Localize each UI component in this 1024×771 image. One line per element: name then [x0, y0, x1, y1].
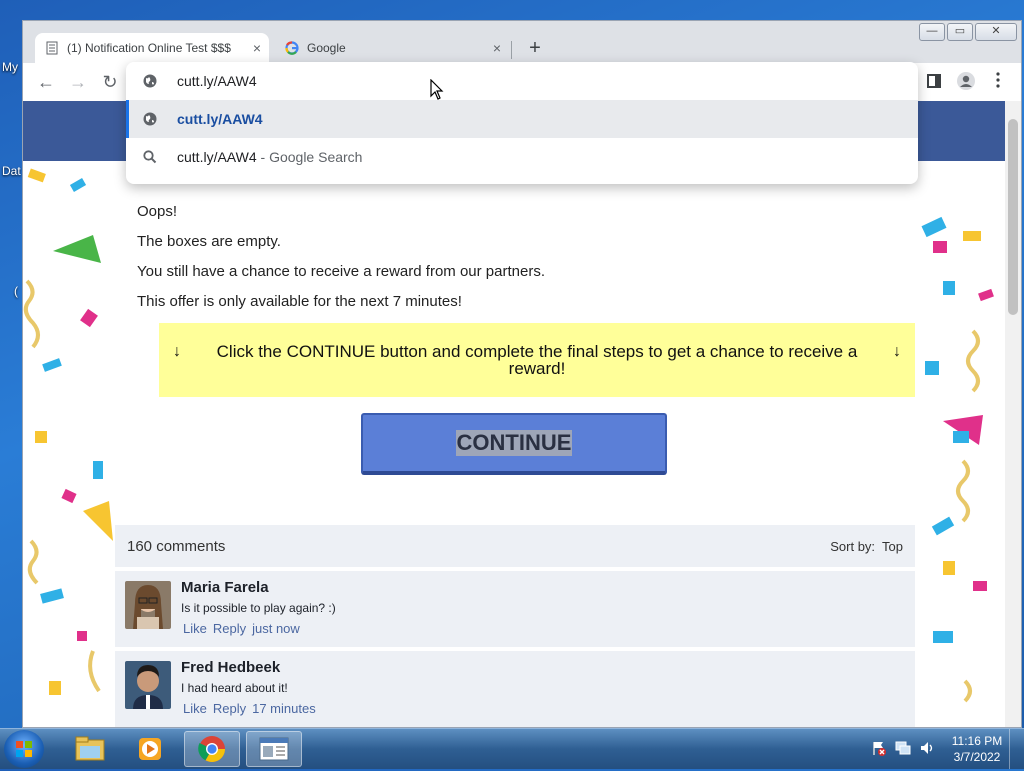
window-icon[interactable]: [246, 731, 302, 767]
desktop-icon-label[interactable]: Dat: [2, 164, 21, 178]
suggestion-text: cutt.ly/AAW4 - Google Search: [177, 149, 363, 165]
tab-title: (1) Notification Online Test $$$: [67, 41, 231, 55]
web-page: Oops! The boxes are empty. You still hav…: [23, 101, 1005, 727]
comment-time: just now: [252, 621, 300, 636]
network-icon[interactable]: [895, 740, 911, 759]
comment-author[interactable]: Fred Hedbeek: [181, 659, 280, 676]
confetti-decoration-right: [913, 161, 1005, 727]
scrollbar-thumb[interactable]: [1008, 119, 1018, 315]
globe-icon: [142, 111, 158, 127]
desktop-icon-label[interactable]: My: [2, 60, 18, 74]
comment-item: Fred Hedbeek I had heard about it! Like R…: [115, 651, 915, 727]
mouse-cursor-icon: [430, 78, 444, 104]
clock-date: 3/7/2022: [953, 750, 1001, 764]
media-player-icon[interactable]: [122, 731, 178, 767]
comments-header: 160 comments Sort by: Top: [115, 525, 915, 567]
explorer-icon[interactable]: [62, 731, 118, 767]
volume-icon[interactable]: [919, 740, 935, 759]
reply-link[interactable]: Reply: [213, 621, 246, 636]
address-input[interactable]: cutt.ly/AAW4: [177, 73, 257, 89]
comment-time: 17 minutes: [252, 701, 316, 716]
omnibox-suggestion[interactable]: cutt.ly/AAW4 - Google Search: [126, 138, 918, 176]
message-line: Oops!: [137, 203, 178, 220]
profile-icon[interactable]: [955, 71, 977, 93]
suggestion-text: cutt.ly/AAW4: [177, 111, 263, 127]
system-clock[interactable]: 11:16 PM 3/7/2022: [945, 733, 1009, 765]
side-panel-icon[interactable]: [923, 71, 945, 93]
tab-title: Google: [307, 41, 346, 55]
message-line: You still have a chance to receive a rew…: [137, 263, 545, 280]
comment-item: Maria Farela Is it possible to play agai…: [115, 571, 915, 647]
sort-control[interactable]: Sort by: Top: [830, 539, 903, 554]
avatar: [125, 581, 171, 629]
tab-separator: [511, 41, 512, 59]
show-desktop-button[interactable]: [1009, 729, 1024, 769]
close-window-button[interactable]: ✕: [975, 23, 1017, 41]
window-controls: — ▭ ✕: [919, 23, 1017, 41]
notice-text: Click the CONTINUE button and complete t…: [216, 342, 858, 378]
comment-text: I had heard about it!: [181, 681, 288, 695]
menu-icon[interactable]: [987, 71, 1009, 93]
back-button[interactable]: ←: [35, 71, 57, 93]
continue-label: CONTINUE: [455, 430, 573, 456]
comment-author[interactable]: Maria Farela: [181, 579, 269, 596]
reply-link[interactable]: Reply: [213, 701, 246, 716]
message-line: This offer is only available for the nex…: [137, 293, 462, 310]
globe-icon: [142, 73, 158, 89]
sort-label: Sort by:: [830, 538, 876, 554]
google-icon: [285, 41, 299, 55]
search-icon: [142, 149, 158, 165]
start-button[interactable]: [4, 730, 44, 768]
address-bar[interactable]: cutt.ly/AAW4: [126, 62, 918, 100]
omnibox-suggestion[interactable]: cutt.ly/AAW4: [126, 100, 918, 138]
tab-google[interactable]: Google ×: [275, 33, 509, 63]
confetti-decoration-left: [23, 161, 115, 727]
document-icon: [45, 41, 59, 55]
page-scrollbar[interactable]: [1005, 101, 1021, 727]
reload-button[interactable]: ↻: [99, 71, 121, 93]
comment-text: Is it possible to play again? :): [181, 601, 336, 615]
tab-close-icon[interactable]: ×: [493, 40, 501, 56]
notice-box: ↓ Click the CONTINUE button and complete…: [159, 323, 915, 397]
tab-strip: (1) Notification Online Test $$$ × Googl…: [23, 29, 923, 63]
omnibox-dropdown: cutt.ly/AAW4 cutt.ly/AAW4 cutt.ly/AAW4 -…: [126, 62, 918, 184]
maximize-button[interactable]: ▭: [947, 23, 973, 41]
like-link[interactable]: Like: [183, 701, 207, 716]
action-center-flag-icon[interactable]: [871, 740, 887, 759]
sort-value[interactable]: Top: [882, 539, 903, 554]
tab-close-icon[interactable]: ×: [253, 40, 261, 56]
forward-button[interactable]: →: [67, 71, 89, 93]
comment-actions: Like Reply just now: [183, 621, 306, 636]
desktop-icon-label[interactable]: (: [14, 284, 18, 298]
down-arrow-icon: ↓: [173, 343, 181, 360]
avatar: [125, 661, 171, 709]
like-link[interactable]: Like: [183, 621, 207, 636]
system-tray: 11:16 PM 3/7/2022: [871, 729, 1024, 769]
clock-time: 11:16 PM: [951, 734, 1003, 748]
message-line: The boxes are empty.: [137, 233, 281, 250]
comments-count: 160 comments: [127, 537, 226, 555]
continue-button[interactable]: CONTINUE: [361, 413, 667, 475]
chrome-icon[interactable]: [184, 731, 240, 767]
tab-notification[interactable]: (1) Notification Online Test $$$ ×: [35, 33, 269, 63]
new-tab-button[interactable]: +: [523, 37, 547, 60]
taskbar: 11:16 PM 3/7/2022: [0, 728, 1024, 769]
down-arrow-icon: ↓: [893, 343, 901, 360]
comment-actions: Like Reply 17 minutes: [183, 701, 322, 716]
